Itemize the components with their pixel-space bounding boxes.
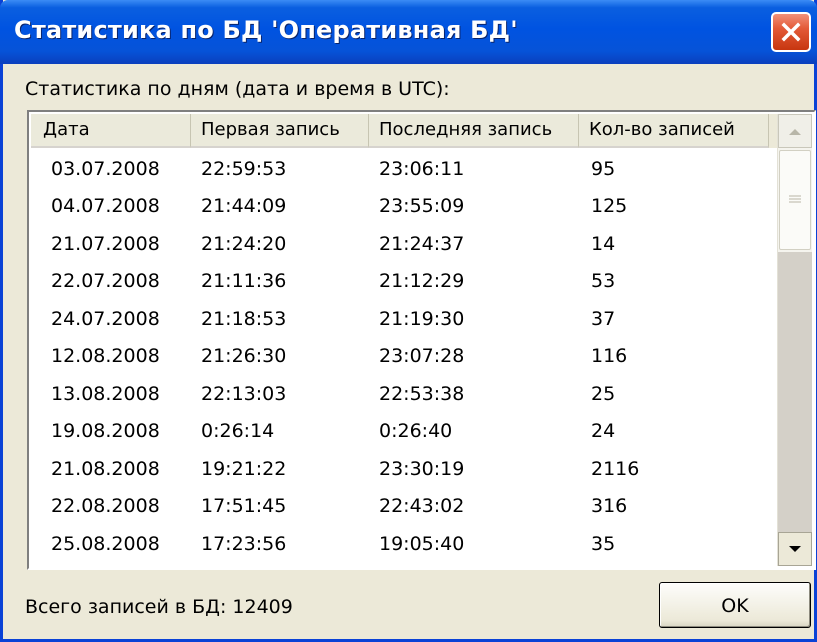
date-cell: 24.07.2008 <box>51 307 160 330</box>
last-record-cell: 21:24:37 <box>379 232 465 255</box>
scroll-track[interactable] <box>778 252 812 532</box>
record-count-cell: 2116 <box>591 457 640 480</box>
table-row[interactable]: 21.08.2008 19:21:22 23:30:19 2116 <box>31 450 791 488</box>
first-record-cell: 0:26:14 <box>201 420 275 443</box>
last-record-cell: 19:05:40 <box>379 532 465 555</box>
first-record-cell: 21:11:36 <box>201 270 287 293</box>
date-cell: 04.07.2008 <box>51 195 160 218</box>
listview-rows: 03.07.2008 22:59:53 23:06:11 95 04.07.2008 21… <box>31 150 791 569</box>
scroll-thumb[interactable] <box>779 150 811 250</box>
date-cell: 12.08.2008 <box>51 345 160 368</box>
record-count-cell: 14 <box>591 232 616 255</box>
last-record-cell: 22:43:02 <box>379 495 465 518</box>
last-record-cell: 22:53:38 <box>379 382 465 405</box>
grip-icon <box>789 195 801 203</box>
first-record-cell: 21:18:53 <box>201 307 287 330</box>
vertical-scrollbar[interactable] <box>777 114 812 566</box>
date-cell: 13.08.2008 <box>51 382 160 405</box>
first-record-cell: 22:59:53 <box>201 157 287 180</box>
table-row[interactable]: 03.07.2008 22:59:53 23:06:11 95 <box>31 150 791 188</box>
date-cell: 03.07.2008 <box>51 157 160 180</box>
listview-header: Дата Первая запись Последняя запись Кол-… <box>31 114 791 148</box>
last-record-cell: 23:06:11 <box>379 157 465 180</box>
first-record-cell: 17:23:56 <box>201 532 287 555</box>
table-row[interactable]: 24.07.2008 21:18:53 21:19:30 37 <box>31 300 791 338</box>
first-record-cell: 21:26:30 <box>201 345 287 368</box>
record-count-cell: 35 <box>591 532 616 555</box>
arrow-up-icon <box>789 129 801 135</box>
date-cell: 22.08.2008 <box>51 495 160 518</box>
record-count-cell: 316 <box>591 495 628 518</box>
record-count-cell: 24 <box>591 420 616 443</box>
column-header-record-count[interactable]: Кол-во записей <box>579 114 769 148</box>
date-cell: 25.08.2008 <box>51 532 160 555</box>
last-record-cell: 21:12:29 <box>379 270 465 293</box>
table-row[interactable]: 26.08.200821:39:3021:48:485 <box>31 563 791 569</box>
table-row[interactable]: 04.07.2008 21:44:09 23:55:09 125 <box>31 188 791 226</box>
window-title: Статистика по БД 'Оперативная БД' <box>14 16 518 44</box>
date-cell: 22.07.2008 <box>51 270 160 293</box>
table-row[interactable]: 22.08.2008 17:51:45 22:43:02 316 <box>31 488 791 526</box>
title-bar[interactable]: Статистика по БД 'Оперативная БД' <box>0 0 817 64</box>
stats-subtitle: Статистика по дням (дата и время в UTC): <box>25 78 450 100</box>
date-cell: 21.07.2008 <box>51 232 160 255</box>
table-row[interactable]: 25.08.2008 17:23:56 19:05:40 35 <box>31 525 791 563</box>
record-count-cell: 53 <box>591 270 616 293</box>
scroll-down-button[interactable] <box>778 532 812 566</box>
last-record-cell: 23:07:28 <box>379 345 465 368</box>
record-count-cell: 95 <box>591 157 616 180</box>
last-record-cell: 21:19:30 <box>379 307 465 330</box>
last-record-cell: 23:55:09 <box>379 195 465 218</box>
last-record-cell: 0:26:40 <box>379 420 453 443</box>
stats-listview[interactable]: Дата Первая запись Последняя запись Кол-… <box>27 110 816 570</box>
first-record-cell: 19:21:22 <box>201 457 287 480</box>
total-records-label: Всего записей в БД: 12409 <box>25 596 293 618</box>
column-header-last-record[interactable]: Последняя запись <box>369 114 579 148</box>
ok-button[interactable]: OK <box>659 582 811 628</box>
close-button[interactable] <box>771 12 811 52</box>
table-row[interactable]: 13.08.2008 22:13:03 22:53:38 25 <box>31 375 791 413</box>
column-header-first-record[interactable]: Первая запись <box>191 114 369 148</box>
dialog-window: Статистика по БД 'Оперативная БД' Статис… <box>0 0 817 642</box>
first-record-cell: 22:13:03 <box>201 382 287 405</box>
column-header-date[interactable]: Дата <box>31 114 191 148</box>
table-row[interactable]: 19.08.2008 0:26:14 0:26:40 24 <box>31 413 791 451</box>
last-record-cell: 23:30:19 <box>379 457 465 480</box>
record-count-cell: 25 <box>591 382 616 405</box>
table-row[interactable]: 22.07.2008 21:11:36 21:12:29 53 <box>31 263 791 301</box>
record-count-cell: 37 <box>591 307 616 330</box>
first-record-cell: 21:44:09 <box>201 195 287 218</box>
scroll-up-button[interactable] <box>778 114 812 148</box>
table-row[interactable]: 21.07.2008 21:24:20 21:24:37 14 <box>31 225 791 263</box>
date-cell: 21.08.2008 <box>51 457 160 480</box>
table-row[interactable]: 12.08.2008 21:26:30 23:07:28 116 <box>31 338 791 376</box>
first-record-cell: 21:24:20 <box>201 232 287 255</box>
record-count-cell: 125 <box>591 195 628 218</box>
date-cell: 19.08.2008 <box>51 420 160 443</box>
record-count-cell: 116 <box>591 345 628 368</box>
arrow-down-icon <box>789 546 801 552</box>
close-icon <box>781 22 801 42</box>
first-record-cell: 17:51:45 <box>201 495 287 518</box>
